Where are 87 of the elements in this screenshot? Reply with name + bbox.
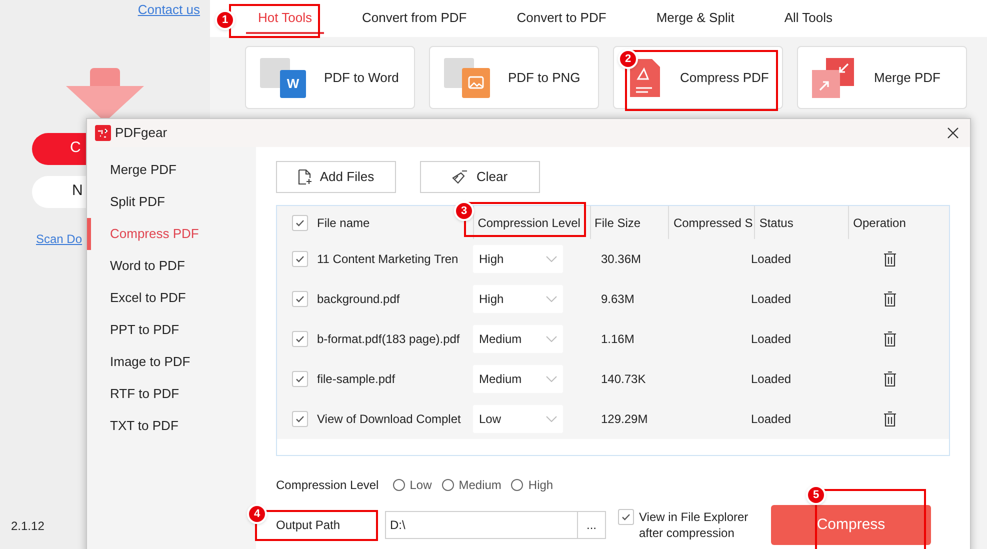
app-logo-icon — [95, 125, 111, 141]
trash-icon[interactable] — [883, 411, 897, 427]
checkbox[interactable] — [618, 509, 634, 525]
checkbox[interactable] — [292, 251, 308, 267]
status-text: Loaded — [751, 411, 792, 428]
tab[interactable]: Convert from PDF — [350, 4, 479, 34]
broom-icon — [452, 170, 468, 184]
status-text: Loaded — [751, 291, 792, 308]
level-dropdown[interactable]: High — [473, 245, 563, 273]
trash-icon[interactable] — [883, 291, 897, 307]
sidebar-item[interactable]: Word to PDF — [87, 250, 256, 282]
radio-option[interactable]: High — [511, 476, 554, 494]
contact-link[interactable]: Contact us — [138, 0, 200, 20]
file-size: 129.29M — [601, 411, 649, 428]
browse-button[interactable]: ... — [578, 511, 606, 539]
sidebar-item[interactable]: Merge PDF — [87, 154, 256, 186]
chevron-down-icon — [546, 376, 557, 382]
file-name: background.pdf — [317, 291, 400, 308]
checkmark-icon — [295, 218, 305, 228]
add-files-button[interactable]: Add Files — [276, 161, 396, 193]
checkbox[interactable] — [292, 371, 308, 387]
checkmark-icon — [295, 254, 305, 264]
tab[interactable]: Merge & Split — [644, 4, 746, 34]
pdf-to-image-icon — [444, 58, 490, 98]
tab[interactable]: Hot Tools — [246, 4, 324, 34]
sidebar-item[interactable]: PPT to PDF — [87, 314, 256, 346]
file-name: View of Download Complet — [317, 411, 461, 428]
chevron-down-icon — [546, 256, 557, 262]
chevron-down-icon — [546, 416, 557, 422]
trash-icon[interactable] — [883, 251, 897, 267]
column-header: Operation — [853, 214, 906, 232]
radio-option[interactable]: Medium — [442, 476, 502, 494]
sidebar-item[interactable]: Split PDF — [87, 186, 256, 218]
column-header: File name — [317, 214, 370, 232]
column-header: Compressed S — [673, 214, 753, 232]
file-size: 1.16M — [601, 331, 636, 348]
tab[interactable]: All Tools — [772, 4, 845, 34]
checkmark-icon — [295, 334, 305, 344]
column-header: File Size — [594, 214, 641, 232]
checkbox[interactable] — [292, 411, 308, 427]
tab[interactable]: Convert to PDF — [504, 4, 618, 34]
file-name: b-format.pdf(183 page).pdf — [317, 331, 460, 348]
tool-card[interactable]: W PDF to Word — [245, 46, 415, 110]
output-path-label: Output Path — [276, 518, 340, 532]
window-title: PDFgear — [115, 124, 168, 142]
checkmark-icon — [295, 414, 305, 424]
file-size: 140.73K — [601, 371, 647, 388]
level-dropdown[interactable]: Medium — [473, 365, 563, 393]
chevron-down-icon — [546, 336, 557, 342]
sidebar-item[interactable]: Compress PDF — [87, 218, 256, 250]
file-name: 11 Content Marketing Tren — [317, 251, 458, 268]
checkmark-icon — [295, 294, 305, 304]
checkbox[interactable] — [292, 331, 308, 347]
level-dropdown[interactable]: Low — [473, 405, 563, 433]
close-icon[interactable] — [947, 127, 959, 139]
trash-icon[interactable] — [883, 331, 897, 347]
sidebar-item[interactable]: RTF to PDF — [87, 378, 256, 410]
level-dropdown[interactable]: High — [473, 285, 563, 313]
open-after-label: View in File Explorer after compression — [639, 509, 750, 541]
trash-icon[interactable] — [883, 371, 897, 387]
column-header: Compression Level — [478, 214, 580, 232]
chevron-down-icon — [546, 296, 557, 302]
clear-button[interactable]: Clear — [420, 161, 540, 193]
sidebar-item[interactable]: Image to PDF — [87, 346, 256, 378]
scan-link[interactable]: Scan Do — [36, 230, 82, 248]
status-text: Loaded — [751, 331, 792, 348]
tool-card[interactable]: Merge PDF — [797, 46, 967, 110]
column-header: Status — [759, 214, 794, 232]
tool-card[interactable]: PDF to PNG — [429, 46, 599, 110]
file-size: 9.63M — [601, 291, 636, 308]
radio-option[interactable]: Low — [392, 476, 432, 494]
merge-documents-icon — [812, 58, 856, 98]
level-dropdown[interactable]: Medium — [473, 325, 563, 353]
checkmark-icon — [295, 374, 305, 384]
version-label: 2.1.12 — [11, 518, 44, 535]
add-file-icon — [298, 169, 312, 185]
checkbox[interactable] — [292, 214, 308, 230]
file-name: file-sample.pdf — [317, 371, 396, 388]
file-size: 30.36M — [601, 251, 642, 268]
checkmark-icon — [621, 512, 631, 522]
status-text: Loaded — [751, 371, 792, 388]
output-path-field[interactable]: D:\ — [385, 511, 578, 539]
sidebar-item[interactable]: TXT to PDF — [87, 410, 256, 442]
status-text: Loaded — [751, 251, 792, 268]
compression-level-label: Compression Level — [276, 477, 379, 494]
checkbox[interactable] — [292, 291, 308, 307]
sidebar-item[interactable]: Excel to PDF — [87, 282, 256, 314]
